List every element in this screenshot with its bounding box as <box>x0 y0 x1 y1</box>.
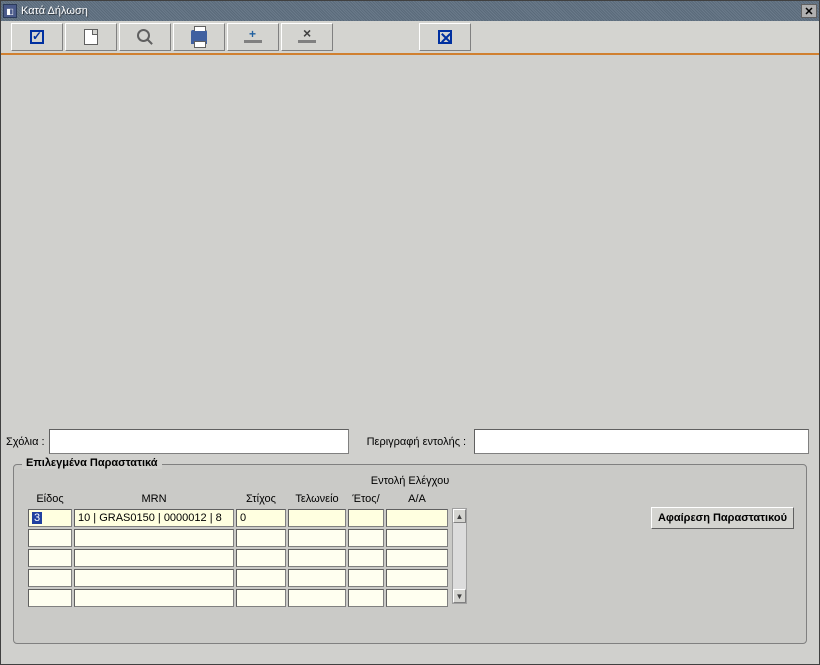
table-row[interactable] <box>28 549 448 567</box>
cell-line[interactable] <box>236 529 286 547</box>
cell-line[interactable] <box>236 549 286 567</box>
table-wrap: Είδος MRN Στίχος Τελωνείο Έτος/ Α/Α 3 <box>26 489 467 609</box>
new-button[interactable] <box>65 23 117 51</box>
delete-row-button[interactable] <box>281 23 333 51</box>
add-row-button[interactable] <box>227 23 279 51</box>
table-row[interactable] <box>28 589 448 607</box>
titlebar-left: ◧ Κατά Δήλωση <box>3 4 88 18</box>
cell-year[interactable] <box>348 529 384 547</box>
col-header-mrn: MRN <box>74 491 234 507</box>
table-header-row: Είδος MRN Στίχος Τελωνείο Έτος/ Α/Α <box>28 491 448 507</box>
confirm-button[interactable] <box>11 23 63 51</box>
remove-document-button[interactable]: Αφαίρεση Παραστατικού <box>651 507 794 529</box>
cell-mrn[interactable] <box>74 529 234 547</box>
cell-office[interactable] <box>288 549 346 567</box>
close-button[interactable] <box>419 23 471 51</box>
scroll-down-button[interactable]: ▼ <box>453 589 466 603</box>
desc-input[interactable] <box>474 429 809 454</box>
table-row[interactable] <box>28 569 448 587</box>
table-row[interactable] <box>28 529 448 547</box>
window-title: Κατά Δήλωση <box>21 5 88 17</box>
new-document-icon <box>84 29 98 45</box>
check-icon <box>30 30 44 44</box>
cell-mrn[interactable] <box>74 569 234 587</box>
cell-year[interactable] <box>348 589 384 607</box>
cell-type[interactable] <box>28 549 72 567</box>
cell-aa[interactable] <box>386 509 448 527</box>
cell-type[interactable] <box>28 529 72 547</box>
group-subtitle: Εντολή Ελέγχου <box>26 475 794 487</box>
comments-label: Σχόλια : <box>6 436 45 448</box>
cell-year[interactable] <box>348 509 384 527</box>
app-icon: ◧ <box>3 4 17 18</box>
cell-line[interactable]: 0 <box>236 509 286 527</box>
selected-documents-group: Επιλεγμένα Παραστατικά Εντολή Ελέγχου Εί… <box>13 464 807 644</box>
col-header-type: Είδος <box>28 491 72 507</box>
scroll-track[interactable] <box>453 523 466 589</box>
close-x-icon <box>438 30 452 44</box>
comments-input[interactable] <box>49 429 349 454</box>
cell-year[interactable] <box>348 569 384 587</box>
print-button[interactable] <box>173 23 225 51</box>
selected-value: 3 <box>32 512 42 524</box>
cell-type[interactable] <box>28 569 72 587</box>
scroll-up-button[interactable]: ▲ <box>453 509 466 523</box>
col-header-aa: Α/Α <box>386 491 448 507</box>
col-header-year: Έτος/ <box>348 491 384 507</box>
cell-aa[interactable] <box>386 529 448 547</box>
cell-year[interactable] <box>348 549 384 567</box>
cell-mrn[interactable] <box>74 549 234 567</box>
table-scrollbar[interactable]: ▲ ▼ <box>452 508 467 604</box>
form-row: Σχόλια : Περιγραφή εντολής : <box>6 429 809 454</box>
cell-mrn[interactable]: 10 | GRAS0150 | 0000012 | 8 <box>74 509 234 527</box>
titlebar: ◧ Κατά Δήλωση ✕ <box>1 1 819 21</box>
search-button[interactable] <box>119 23 171 51</box>
cell-type[interactable] <box>28 589 72 607</box>
chevron-up-icon: ▲ <box>456 512 464 521</box>
cell-aa[interactable] <box>386 549 448 567</box>
desc-label: Περιγραφή εντολής : <box>367 436 467 448</box>
cell-line[interactable] <box>236 589 286 607</box>
group-title: Επιλεγμένα Παραστατικά <box>22 457 162 469</box>
cell-line[interactable] <box>236 569 286 587</box>
cell-aa[interactable] <box>386 589 448 607</box>
cell-type[interactable]: 3 <box>28 509 72 527</box>
toolbar <box>1 21 819 55</box>
group-content: Είδος MRN Στίχος Τελωνείο Έτος/ Α/Α 3 <box>26 489 794 609</box>
cell-office[interactable] <box>288 569 346 587</box>
content-area: Σχόλια : Περιγραφή εντολής : Επιλεγμένα … <box>1 55 819 664</box>
cell-aa[interactable] <box>386 569 448 587</box>
documents-table: Είδος MRN Στίχος Τελωνείο Έτος/ Α/Α 3 <box>26 489 450 609</box>
search-icon <box>137 29 153 45</box>
cell-office[interactable] <box>288 589 346 607</box>
chevron-down-icon: ▼ <box>456 592 464 601</box>
add-row-icon <box>244 31 262 43</box>
table-row[interactable]: 3 10 | GRAS0150 | 0000012 | 8 0 <box>28 509 448 527</box>
window-close-button[interactable]: ✕ <box>801 4 817 18</box>
window: ◧ Κατά Δήλωση ✕ Σχόλια <box>0 0 820 665</box>
close-icon: ✕ <box>804 5 813 18</box>
cell-mrn[interactable] <box>74 589 234 607</box>
print-icon <box>191 30 207 44</box>
delete-row-icon <box>298 31 316 43</box>
col-header-office: Τελωνείο <box>288 491 346 507</box>
cell-office[interactable] <box>288 529 346 547</box>
cell-office[interactable] <box>288 509 346 527</box>
col-header-line: Στίχος <box>236 491 286 507</box>
